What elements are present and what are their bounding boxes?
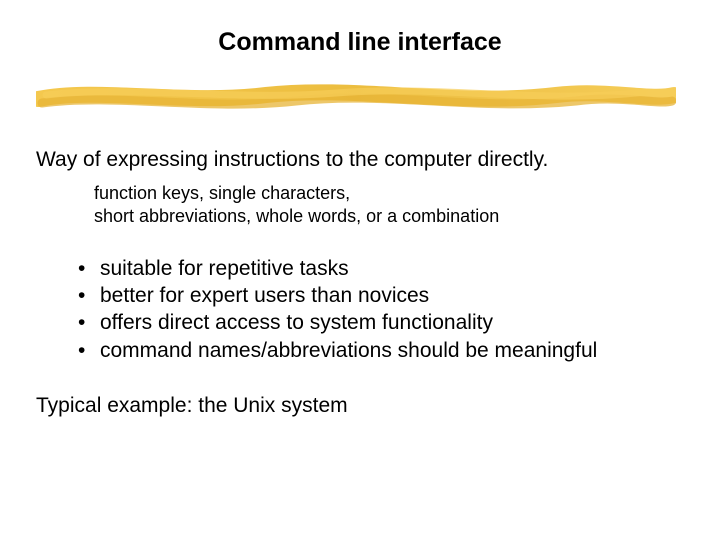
bullet-list: suitable for repetitive tasks better for… <box>78 255 684 364</box>
intro-text: Way of expressing instructions to the co… <box>36 148 684 172</box>
slide-title: Command line interface <box>36 28 684 57</box>
subnote-text: function keys, single characters, short … <box>94 182 684 229</box>
list-item: better for expert users than novices <box>78 282 684 309</box>
list-item: offers direct access to system functiona… <box>78 309 684 336</box>
slide: Command line interface Way of expressing… <box>0 0 720 418</box>
brush-underline-icon <box>36 81 676 115</box>
example-text: Typical example: the Unix system <box>36 394 684 418</box>
list-item: suitable for repetitive tasks <box>78 255 684 282</box>
subnote-line-1: function keys, single characters, <box>94 183 350 203</box>
subnote-line-2: short abbreviations, whole words, or a c… <box>94 206 499 226</box>
list-item: command names/abbreviations should be me… <box>78 337 684 364</box>
